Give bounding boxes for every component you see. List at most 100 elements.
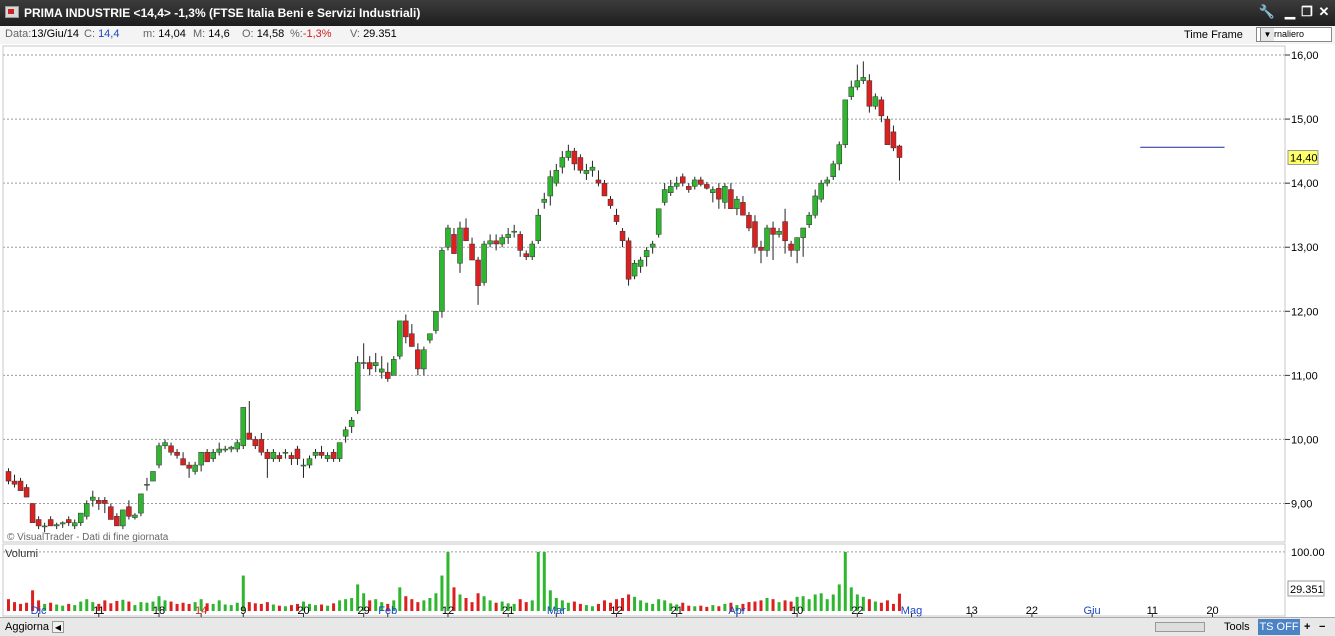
zoom-out-button[interactable]: − bbox=[1319, 620, 1325, 634]
candle-body bbox=[246, 432, 253, 440]
candle-body bbox=[240, 407, 247, 447]
date-tick-label: Apr bbox=[728, 605, 745, 617]
volume-panel-label: Volumi bbox=[5, 548, 38, 560]
price-tick-label: 15,00 bbox=[1291, 114, 1319, 126]
volume-bar bbox=[651, 603, 655, 611]
maximize-icon[interactable]: ❐ bbox=[1298, 3, 1316, 21]
volume-bar bbox=[813, 594, 817, 611]
timeframe-select[interactable]: Giornaliero ▼ bbox=[1256, 27, 1332, 42]
volume-bar bbox=[530, 600, 534, 611]
volume-bar bbox=[879, 602, 883, 611]
volume-bar bbox=[344, 599, 348, 611]
volume-bar bbox=[819, 593, 823, 611]
price-chart[interactable]: 9,00 10,00 11,00 12,00 13,00 14,00 15,00 16,00 1… bbox=[0, 44, 1335, 617]
candle-body bbox=[258, 439, 265, 453]
candle-body bbox=[84, 503, 90, 517]
candle-body bbox=[71, 522, 78, 527]
volume-tick-label: 100.00 bbox=[1291, 547, 1325, 559]
candle-body bbox=[17, 480, 24, 491]
candle-body bbox=[637, 259, 644, 267]
candle-body bbox=[312, 451, 319, 456]
candle-body bbox=[421, 349, 427, 370]
candle-body bbox=[168, 445, 174, 453]
volume-bar bbox=[494, 602, 498, 611]
volume-bar bbox=[711, 605, 715, 611]
volume-bar bbox=[320, 604, 324, 611]
candle-body bbox=[102, 500, 108, 504]
candle-body bbox=[264, 451, 271, 459]
volume-bar bbox=[25, 602, 29, 611]
watermark: © VisualTrader - Dati di fine giornata bbox=[7, 532, 169, 543]
date-tick-label: 21 bbox=[671, 605, 683, 617]
volume-bar bbox=[518, 599, 522, 611]
candle-body bbox=[661, 189, 668, 203]
date-tick-label: Dic bbox=[31, 605, 47, 617]
volume-bar bbox=[873, 601, 877, 611]
date-tick-label: 12 bbox=[610, 605, 622, 617]
candle-body bbox=[565, 150, 572, 158]
update-button[interactable]: Aggiorna bbox=[5, 620, 49, 634]
candle-body bbox=[788, 243, 794, 251]
date-tick-label: 29 bbox=[358, 605, 370, 617]
price-tick-label: 12,00 bbox=[1291, 306, 1319, 318]
volume-bar bbox=[470, 602, 474, 611]
price-tick-label: 13,00 bbox=[1291, 242, 1319, 254]
candle-body bbox=[794, 237, 800, 251]
candle-body bbox=[481, 243, 487, 283]
volume-bar bbox=[374, 599, 378, 611]
minimize-icon[interactable]: ▁ bbox=[1281, 3, 1299, 21]
candle-body bbox=[210, 451, 216, 459]
tools-button[interactable]: Tools bbox=[1224, 620, 1250, 634]
candle-body bbox=[758, 246, 764, 251]
ts-off-button[interactable]: TS OFF bbox=[1258, 619, 1300, 635]
volume-bar bbox=[404, 596, 408, 611]
volume-bar bbox=[825, 599, 829, 611]
candle-body bbox=[583, 170, 590, 174]
tools-wrench-icon[interactable]: 🔧 bbox=[1258, 3, 1276, 21]
candle-body bbox=[559, 157, 566, 168]
candle-body bbox=[517, 234, 523, 251]
volume-bar bbox=[211, 603, 215, 611]
candle-body bbox=[625, 240, 632, 280]
candle-body bbox=[180, 458, 186, 466]
volume-bar bbox=[127, 601, 131, 611]
volume-bar bbox=[253, 603, 257, 611]
candle-body bbox=[228, 446, 234, 450]
volume-bar bbox=[693, 606, 697, 611]
candle-body bbox=[553, 170, 560, 184]
candle-body bbox=[836, 144, 843, 165]
volume-bar bbox=[169, 601, 173, 611]
zoom-in-button[interactable]: + bbox=[1304, 620, 1310, 634]
price-tick-label: 9,00 bbox=[1291, 498, 1312, 510]
dropdown-arrow-icon[interactable]: ▼ bbox=[1260, 28, 1274, 41]
candle-body bbox=[108, 506, 114, 520]
candle-body bbox=[234, 442, 241, 450]
volume-bar bbox=[121, 599, 125, 611]
scroll-thumb[interactable] bbox=[1155, 622, 1205, 632]
date-tick-label: 22 bbox=[851, 605, 863, 617]
candle-body bbox=[505, 234, 511, 238]
volume-bar bbox=[578, 603, 582, 611]
candle-body bbox=[854, 80, 861, 88]
date-tick-label: Mar bbox=[547, 605, 566, 617]
candle-body bbox=[409, 333, 415, 347]
pct-info: %:-1,3% bbox=[290, 28, 332, 40]
volume-info: V: 29.351 bbox=[350, 28, 397, 40]
candle-body bbox=[336, 442, 343, 459]
candle-body bbox=[150, 471, 156, 482]
candle-body bbox=[746, 214, 752, 229]
scroll-left-icon[interactable]: ◀ bbox=[52, 621, 64, 633]
close-icon[interactable]: ✕ bbox=[1315, 3, 1333, 21]
candle-body bbox=[679, 176, 686, 184]
volume-bar bbox=[458, 594, 462, 611]
candle-body bbox=[523, 253, 529, 258]
volume-bar bbox=[283, 606, 287, 611]
candle-body bbox=[138, 493, 144, 514]
volume-bar bbox=[55, 604, 59, 611]
candle-body bbox=[77, 512, 84, 523]
candle-body bbox=[475, 259, 481, 286]
candle-body bbox=[824, 179, 830, 184]
candle-body bbox=[65, 519, 72, 523]
open-info: O: 14,58 bbox=[242, 28, 285, 40]
candle-body bbox=[806, 214, 812, 226]
